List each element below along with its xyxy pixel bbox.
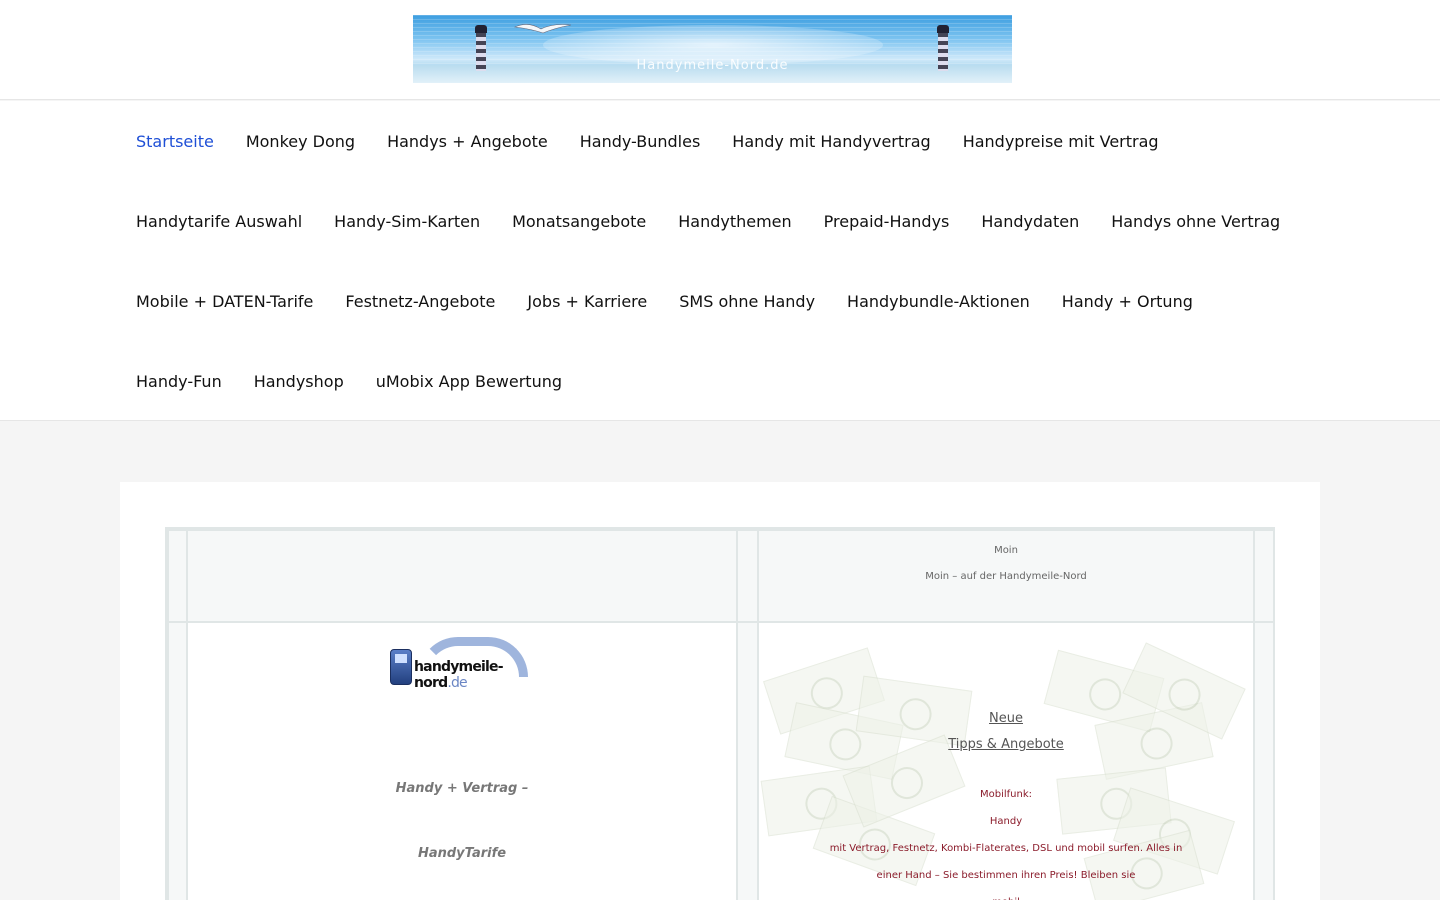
table-cell-spacer — [736, 621, 759, 900]
nav-item-jobs-karriere[interactable]: Jobs + Karriere — [511, 292, 663, 311]
nav-item-handy-fun[interactable]: Handy-Fun — [120, 372, 238, 391]
content-table: Moin Moin – auf der Handymeile-Nord hand… — [165, 527, 1275, 900]
nav-item-sms-ohne-handy[interactable]: SMS ohne Handy — [663, 292, 831, 311]
nav-item-prepaid-handys[interactable]: Prepaid-Handys — [808, 212, 966, 231]
table-cell-spacer — [1253, 529, 1275, 623]
greeting-cell: Moin Moin – auf der Handymeile-Nord — [757, 529, 1255, 623]
header-banner-image[interactable]: Handymeile-Nord.de — [413, 15, 1012, 83]
table-cell-spacer — [167, 529, 188, 623]
nav-item-monkey-dong[interactable]: Monkey Dong — [230, 132, 371, 151]
nav-item-handy-bundles[interactable]: Handy-Bundles — [564, 132, 717, 151]
nav-row-3: Mobile + DATEN-Tarife Festnetz-Angebote … — [120, 261, 1209, 341]
nav-item-handythemen[interactable]: Handythemen — [662, 212, 807, 231]
mobilfunk-text-3: mobil — [759, 889, 1253, 900]
nav-row-4: Handy-Fun Handyshop uMobix App Bewertung — [120, 341, 578, 421]
logo-text: handymeile-nord.de — [414, 659, 538, 691]
nav-row-1: Startseite Monkey Dong Handys + Angebote… — [120, 101, 1175, 181]
link-neue[interactable]: Neue — [759, 711, 1253, 726]
mobilfunk-handy: Handy — [989, 816, 1023, 827]
phone-icon — [390, 649, 412, 685]
main-content: Moin Moin – auf der Handymeile-Nord hand… — [120, 482, 1320, 900]
logo-cell: handymeile-nord.de Handy + Vertrag – Han… — [186, 621, 738, 900]
mobilfunk-text-2: einer Hand – Sie bestimmen ihren Preis! … — [876, 870, 1136, 881]
nav-item-startseite[interactable]: Startseite — [120, 132, 230, 151]
table-cell-spacer — [167, 621, 188, 900]
nav-item-handys-ohne-vertrag[interactable]: Handys ohne Vertrag — [1095, 212, 1296, 231]
link-tipps-angebote[interactable]: Tipps & Angebote — [759, 737, 1253, 752]
nav-item-mobile-daten-tarife[interactable]: Mobile + DATEN-Tarife — [120, 292, 329, 311]
nav-item-handybundle-aktionen[interactable]: Handybundle-Aktionen — [831, 292, 1046, 311]
nav-item-handytarife-auswahl[interactable]: Handytarife Auswahl — [120, 212, 318, 231]
offers-cell: Neue Tipps & Angebote Mobilfunk: Handy m… — [757, 621, 1255, 900]
main-navigation: Startseite Monkey Dong Handys + Angebote… — [0, 101, 1440, 421]
seagull-icon — [513, 24, 572, 34]
banner-caption: Handymeile-Nord.de — [636, 58, 789, 73]
site-logo[interactable]: handymeile-nord.de — [388, 637, 538, 691]
site-header: Handymeile-Nord.de — [0, 0, 1440, 100]
tagline-handytarife: HandyTarife — [417, 846, 507, 861]
greeting-short: Moin — [994, 545, 1018, 556]
greeting-long: Moin – auf der Handymeile-Nord — [925, 571, 1087, 582]
mobilfunk-text-1: mit Vertrag, Festnetz, Kombi-Flaterates,… — [829, 843, 1183, 854]
table-cell-spacer — [1253, 621, 1275, 900]
nav-item-handy-ortung[interactable]: Handy + Ortung — [1046, 292, 1209, 311]
nav-item-handyshop[interactable]: Handyshop — [238, 372, 360, 391]
nav-item-handy-sim-karten[interactable]: Handy-Sim-Karten — [318, 212, 496, 231]
logo-tld: .de — [447, 675, 467, 691]
nav-item-umobix-app-bewertung[interactable]: uMobix App Bewertung — [360, 372, 578, 391]
nav-item-handys-angebote[interactable]: Handys + Angebote — [371, 132, 564, 151]
nav-item-festnetz-angebote[interactable]: Festnetz-Angebote — [329, 292, 511, 311]
mobilfunk-heading: Mobilfunk: — [979, 789, 1032, 800]
table-cell-spacer — [736, 529, 759, 623]
nav-row-2: Handytarife Auswahl Handy-Sim-Karten Mon… — [120, 181, 1296, 261]
tagline-handy-vertrag: Handy + Vertrag – — [395, 781, 529, 796]
nav-item-handy-mit-handyvertrag[interactable]: Handy mit Handyvertrag — [716, 132, 946, 151]
nav-item-handydaten[interactable]: Handydaten — [965, 212, 1095, 231]
nav-item-handypreise-mit-vertrag[interactable]: Handypreise mit Vertrag — [947, 132, 1175, 151]
nav-item-monatsangebote[interactable]: Monatsangebote — [496, 212, 662, 231]
table-cell-empty — [186, 529, 738, 623]
